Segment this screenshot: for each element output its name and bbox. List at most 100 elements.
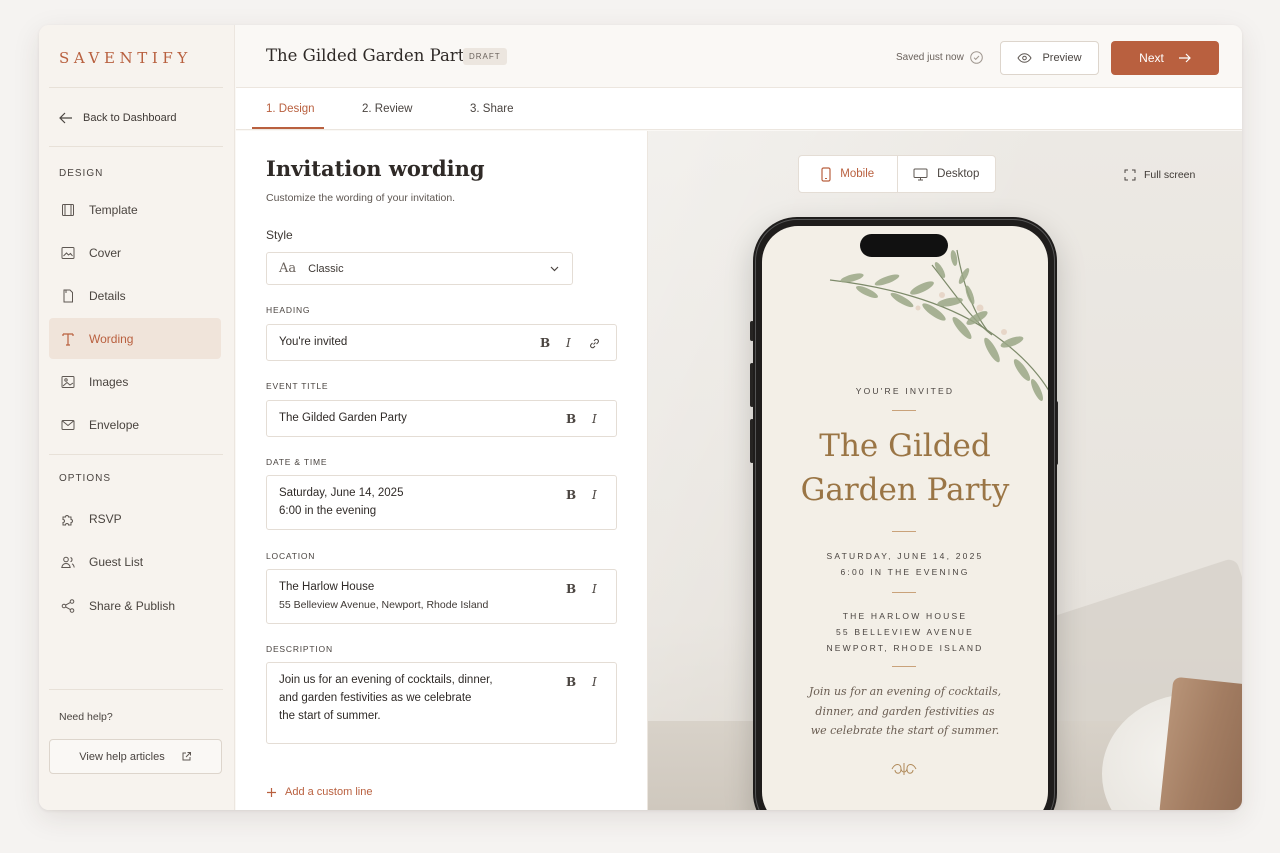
font-style-icon: Aa xyxy=(279,261,297,276)
back-to-dashboard-link[interactable]: Back to Dashboard xyxy=(59,112,177,124)
desktop-label: Desktop xyxy=(937,168,980,180)
images-icon xyxy=(61,375,75,388)
device-toggle: Mobile Desktop xyxy=(798,155,996,193)
sidebar-item-label: RSVP xyxy=(89,511,122,526)
invite-time-line: 6:00 IN THE EVENING xyxy=(840,567,970,577)
eye-icon xyxy=(1017,53,1033,63)
divider xyxy=(49,454,223,455)
saved-status: Saved just now xyxy=(896,51,983,64)
text-t-icon xyxy=(62,332,74,346)
invite-location-line: THE HARLOW HOUSE xyxy=(842,611,968,621)
style-value: Classic xyxy=(308,262,344,275)
description-label: DESCRIPTION xyxy=(266,644,333,654)
back-label: Back to Dashboard xyxy=(83,112,177,124)
description-line: Join us for an evening of cocktails, din… xyxy=(279,674,493,686)
external-link-icon xyxy=(182,752,191,761)
description-field[interactable]: Join us for an evening of cocktails, din… xyxy=(266,662,617,744)
mobile-icon xyxy=(821,166,831,182)
bold-button[interactable]: B xyxy=(540,336,550,350)
image-frame-icon xyxy=(61,246,75,259)
sidebar-item-label: Images xyxy=(89,374,129,389)
tab-share[interactable]: 3. Share xyxy=(470,103,513,115)
wording-form: Invitation wording Customize the wording… xyxy=(236,131,648,810)
add-custom-line-button[interactable]: Add a custom line xyxy=(266,786,372,798)
mobile-toggle-button[interactable]: Mobile xyxy=(799,156,898,192)
sidebar: SAVENTIFY Back to Dashboard DESIGN Templ… xyxy=(39,25,235,810)
options-section-label: OPTIONS xyxy=(59,473,112,484)
invite-date-line: SATURDAY, JUNE 14, 2025 xyxy=(826,551,984,561)
bold-button[interactable]: B xyxy=(566,412,576,426)
sidebar-item-share-publish[interactable]: Share & Publish xyxy=(49,585,221,626)
venue-value: The Harlow House xyxy=(279,581,375,593)
desktop-toggle-button[interactable]: Desktop xyxy=(898,156,996,192)
preview-label: Preview xyxy=(1042,52,1082,64)
heading-label: HEADING xyxy=(266,305,311,315)
italic-button[interactable]: I xyxy=(566,336,571,350)
sidebar-item-images[interactable]: Images xyxy=(49,361,221,402)
italic-button[interactable]: I xyxy=(592,412,597,426)
sidebar-item-rsvp[interactable]: RSVP xyxy=(49,498,221,539)
invite-title-line: The Gilded xyxy=(819,428,991,464)
style-select[interactable]: Aa Classic xyxy=(266,252,573,285)
app-window: SAVENTIFY Back to Dashboard DESIGN Templ… xyxy=(39,25,1242,810)
location-label: LOCATION xyxy=(266,551,316,561)
sidebar-item-label: Template xyxy=(89,202,138,217)
italic-button[interactable]: I xyxy=(592,675,597,689)
italic-button[interactable]: I xyxy=(592,488,597,502)
sidebar-item-envelope[interactable]: Envelope xyxy=(49,404,221,445)
sidebar-item-label: Share & Publish xyxy=(89,598,176,613)
sidebar-item-details[interactable]: Details xyxy=(49,275,221,316)
share-icon xyxy=(61,598,75,613)
envelope-icon xyxy=(61,419,75,430)
heading-field[interactable]: You're invited B I xyxy=(266,324,617,361)
preview-button[interactable]: Preview xyxy=(1000,41,1099,75)
invite-date: SATURDAY, JUNE 14, 2025 6:00 IN THE EVEN… xyxy=(762,548,1048,580)
sidebar-item-wording[interactable]: Wording xyxy=(49,318,221,359)
top-bar: The Gilded Garden Party DRAFT Saved just… xyxy=(236,25,1242,88)
sidebar-item-guest-list[interactable]: Guest List xyxy=(49,541,221,582)
bold-button[interactable]: B xyxy=(566,582,576,596)
arrow-right-icon xyxy=(1178,53,1191,63)
date-time-field[interactable]: Saturday, June 14, 2025 6:00 in the even… xyxy=(266,475,617,530)
sidebar-item-template[interactable]: Template xyxy=(49,189,221,230)
tab-review[interactable]: 2. Review xyxy=(362,103,413,115)
description-line: and garden festivities as we celebrate xyxy=(279,692,472,704)
step-tabs: 1. Design 2. Review 3. Share xyxy=(236,88,648,130)
bold-button[interactable]: B xyxy=(566,675,576,689)
invite-location-line: 55 BELLEVIEW AVENUE xyxy=(835,627,975,637)
tab-design[interactable]: 1. Design xyxy=(266,103,315,115)
invite-kicker: YOU'RE INVITED xyxy=(855,386,955,396)
next-label: Next xyxy=(1139,51,1164,65)
link-icon[interactable] xyxy=(588,337,601,350)
full-screen-label: Full screen xyxy=(1144,169,1196,181)
next-button[interactable]: Next xyxy=(1111,41,1219,75)
mobile-label: Mobile xyxy=(840,168,875,180)
divider xyxy=(49,689,223,690)
invite-title: The Gilded Garden Party xyxy=(762,424,1048,512)
location-field[interactable]: The Harlow House 55 Belleview Avenue, Ne… xyxy=(266,569,617,624)
full-screen-button[interactable]: Full screen xyxy=(1124,169,1195,181)
invite-description: Join us for an evening of cocktails, din… xyxy=(802,682,1008,741)
description-line: the start of summer. xyxy=(279,710,381,722)
saved-text: Saved just now xyxy=(896,52,964,63)
plus-icon xyxy=(267,787,276,797)
template-icon xyxy=(62,203,74,216)
invite-description-line: Join us for an evening of cocktails, xyxy=(808,685,1002,698)
bold-button[interactable]: B xyxy=(566,488,576,502)
address-value: 55 Belleview Avenue, Newport, Rhode Isla… xyxy=(279,599,489,611)
event-title-field[interactable]: The Gilded Garden Party B I xyxy=(266,400,617,437)
italic-button[interactable]: I xyxy=(592,582,597,596)
divider xyxy=(892,592,916,593)
design-section-label: DESIGN xyxy=(59,168,104,179)
invitation-card: YOU'RE INVITED The Gilded Garden Party S… xyxy=(762,226,1048,810)
invite-title-line: Garden Party xyxy=(800,472,1010,508)
time-value: 6:00 in the evening xyxy=(279,505,377,517)
sidebar-item-cover[interactable]: Cover xyxy=(49,232,221,273)
sidebar-item-label: Wording xyxy=(89,331,134,346)
view-help-articles-button[interactable]: View help articles xyxy=(49,739,222,774)
invite-description-line: dinner, and garden festivities as xyxy=(815,704,995,718)
sidebar-item-label: Cover xyxy=(89,245,122,260)
style-label: Style xyxy=(266,228,293,242)
invite-description-line: we celebrate the start of summer. xyxy=(810,724,1000,737)
guests-icon xyxy=(61,556,75,568)
